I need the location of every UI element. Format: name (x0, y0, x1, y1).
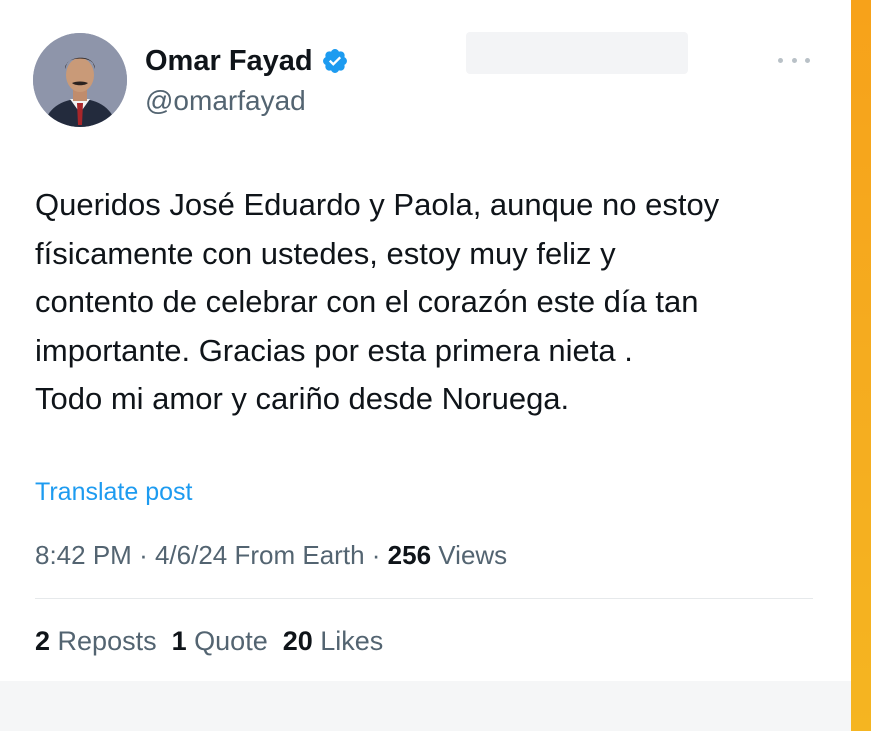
meta-separator: · (371, 540, 381, 570)
author-display-name[interactable]: Omar Fayad (145, 44, 313, 78)
reposts-count: 2 (35, 626, 51, 656)
verified-badge-icon (322, 49, 347, 73)
tweet-time[interactable]: 8:42 PM (35, 540, 132, 570)
more-options-icon[interactable] (778, 50, 810, 70)
tweet-text-line: Todo mi amor y cariño desde Noruega. (35, 381, 570, 416)
watermark (466, 32, 688, 74)
tweet-text-line: importante. Gracias por esta primera nie… (35, 332, 633, 368)
likes-label: Likes (320, 626, 384, 656)
meta-separator: · (139, 540, 148, 570)
reposts-stat[interactable]: 2 Reposts (35, 623, 157, 659)
likes-count: 20 (282, 626, 313, 656)
quotes-stat[interactable]: 1 Quote (172, 623, 268, 659)
views-label: Views (438, 540, 508, 570)
translate-post-link[interactable]: Translate post (35, 476, 192, 508)
tweet-meta: 8:42 PM · 4/6/24 From Earth · 256 Views (35, 538, 507, 572)
tweet-date[interactable]: 4/6/24 (155, 540, 227, 570)
engagement-stats: 2 Reposts 1 Quote 20 Likes (35, 623, 383, 659)
more-dot (778, 57, 783, 63)
more-dot (791, 57, 797, 63)
tweet-text: Queridos José Eduardo y Paola, aunque no… (35, 181, 835, 424)
quotes-count: 1 (171, 626, 187, 656)
author-handle[interactable]: @omarfayad (145, 84, 306, 118)
tweet-text-line: físicamente con ustedes, estoy muy feliz… (35, 235, 616, 271)
avatar-image (33, 33, 127, 127)
quotes-label: Quote (194, 626, 268, 656)
tweet-text-line: Queridos José Eduardo y Paola, aunque no… (35, 187, 720, 222)
tweet-card: Omar Fayad @omarfayad Queridos José Edua… (0, 0, 851, 731)
avatar[interactable] (33, 33, 127, 127)
author-name-row: Omar Fayad (145, 44, 349, 78)
likes-stat[interactable]: 20 Likes (283, 623, 384, 659)
side-stripe (851, 0, 871, 731)
tweet-text-line: contento de celebrar con el corazón este… (35, 284, 699, 319)
views-count: 256 (387, 540, 432, 570)
divider (35, 598, 813, 599)
bottom-band (0, 681, 851, 731)
more-dot (805, 57, 810, 63)
tweet-source: From Earth (234, 540, 365, 570)
reposts-label: Reposts (57, 626, 157, 656)
